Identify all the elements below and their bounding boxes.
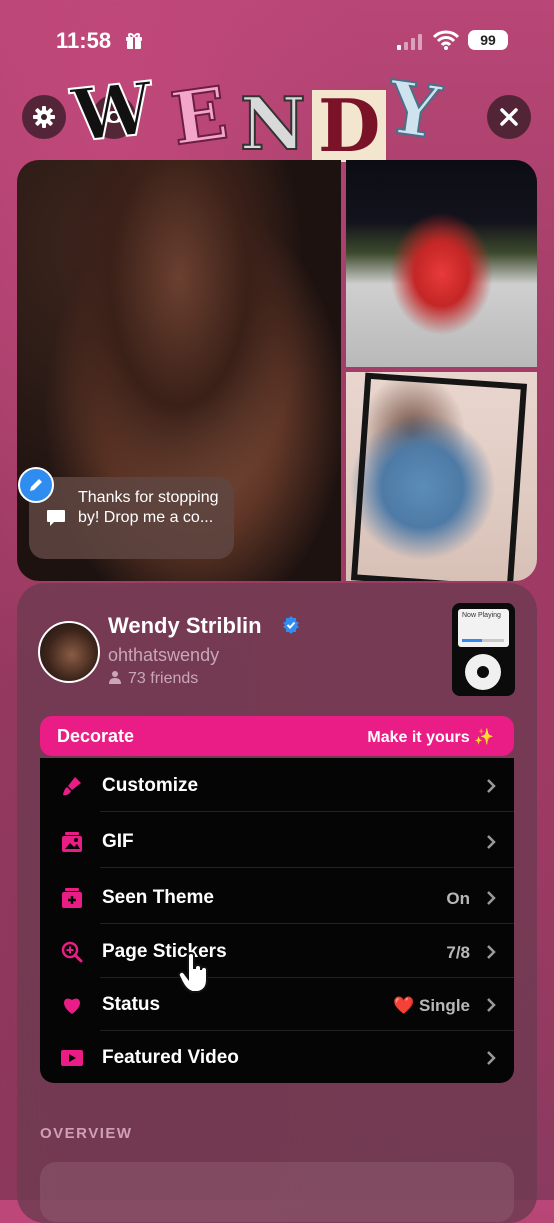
title-letter: Y [381, 63, 446, 156]
menu-item-value: On [446, 889, 470, 908]
profile-title-stickers: W E N D Y [67, 62, 462, 166]
decorate-header: Decorate Make it yours ✨ [40, 716, 514, 756]
menu-item-customize[interactable]: Customize [40, 760, 514, 812]
profile-handle: ohthatswendy [108, 645, 220, 665]
menu-item-label: GIF [102, 831, 134, 852]
hand-pointer-icon [178, 952, 208, 993]
now-playing-widget[interactable]: Now Playing [452, 603, 515, 696]
title-letter: D [312, 90, 387, 162]
menu-item-status[interactable]: Status ❤️ Single [40, 979, 514, 1031]
wifi-icon [433, 30, 459, 50]
settings-button[interactable] [22, 95, 66, 139]
mirror-frame [350, 372, 528, 581]
friends-count-label: 73 friends [128, 670, 199, 687]
greeting-text: Thanks for stopping by! Drop me a co... [78, 489, 219, 526]
decorate-cta: Make it yours ✨ [367, 729, 494, 746]
chevron-right-icon [487, 891, 496, 905]
paintbrush-icon [63, 777, 81, 796]
signal-icon [397, 34, 422, 50]
battery-indicator: 99 [468, 30, 508, 50]
ipod-screen: Now Playing [458, 609, 509, 647]
close-icon [500, 108, 518, 126]
chevron-right-icon [487, 779, 496, 793]
now-playing-label: Now Playing [462, 612, 501, 619]
avatar[interactable] [38, 621, 100, 683]
profile-photo-2[interactable] [346, 160, 537, 367]
title-letter: W [67, 64, 158, 159]
verified-badge-icon [283, 616, 299, 634]
menu-item-seen-theme[interactable]: Seen Theme On [40, 872, 514, 924]
overview-card[interactable] [40, 1162, 514, 1222]
profile-name: Wendy Striblin [108, 613, 262, 638]
playback-progress [462, 639, 504, 642]
overview-heading: OVERVIEW [40, 1125, 133, 1142]
status-bar: 11:58 99 [0, 28, 554, 58]
pencil-icon [30, 479, 42, 491]
menu-item-value: 7/8 [446, 943, 470, 962]
gift-icon [126, 33, 142, 49]
close-button[interactable] [487, 95, 531, 139]
theme-stack-icon [62, 888, 82, 908]
menu-item-featured-video[interactable]: Featured Video [40, 1032, 514, 1084]
chevron-right-icon [487, 835, 496, 849]
decorate-menu: Customize GIF Seen Theme On Page Sticker… [40, 758, 514, 1083]
heart-icon [64, 998, 80, 1014]
profile-photo-3[interactable] [346, 372, 537, 581]
person-icon [109, 671, 121, 684]
greeting-bubble[interactable]: Thanks for stopping by! Drop me a co... [29, 477, 234, 559]
menu-item-value: ❤️ Single [393, 996, 470, 1015]
gear-icon [33, 106, 55, 128]
title-letter: N [239, 81, 307, 166]
image-stack-icon [62, 832, 82, 852]
zoom-plus-icon [61, 941, 83, 963]
menu-item-label: Status [102, 994, 161, 1015]
menu-item-page-stickers[interactable]: Page Stickers 7/8 [40, 926, 514, 978]
menu-item-label: Seen Theme [102, 887, 214, 908]
menu-item-label: Featured Video [102, 1047, 239, 1068]
chevron-right-icon [487, 1051, 496, 1065]
decorate-label: Decorate [57, 726, 135, 746]
menu-item-label: Customize [102, 775, 199, 796]
status-time: 11:58 [56, 28, 112, 53]
title-letter: E [165, 69, 233, 163]
chevron-right-icon [487, 998, 496, 1012]
chat-bubble-icon [47, 510, 65, 526]
edit-greeting-button[interactable] [18, 467, 54, 503]
click-wheel-icon [465, 654, 501, 690]
video-play-icon [61, 1050, 83, 1066]
menu-item-gif[interactable]: GIF [40, 816, 514, 868]
friends-count[interactable]: 73 friends [108, 670, 198, 688]
chevron-right-icon [487, 945, 496, 959]
